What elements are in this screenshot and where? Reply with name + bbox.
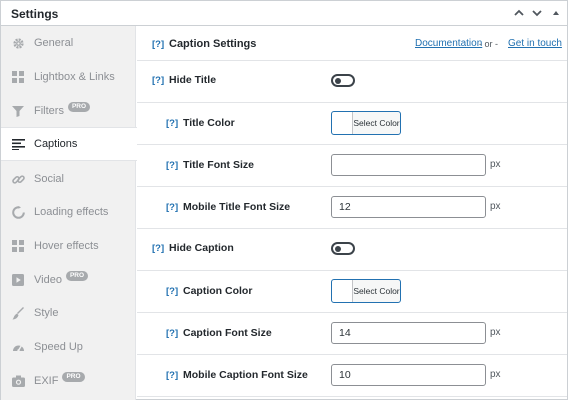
settings-content: [?] Caption Settings Documentation - or … [137,26,567,400]
sidebar-item-loading-effects[interactable]: Loading effects [1,195,136,229]
gear-icon [11,36,25,50]
hide-caption-label: Hide Caption [169,242,234,254]
video-icon [11,273,25,287]
sidebar-item-filters[interactable]: Filters PRO [1,94,136,128]
chevron-down-icon [532,10,542,17]
brush-icon [11,306,25,320]
toggle-knob [335,245,341,252]
sidebar-item-label: Loading effects [34,206,109,218]
toggle-knob [335,77,341,84]
px-unit-label: px [490,159,501,170]
help-link[interactable]: [?] [166,202,178,213]
or-separator: - or - [479,39,498,49]
content-header: [?] Caption Settings Documentation - or … [137,26,567,61]
title-color-picker-button[interactable]: Select Color [331,111,401,135]
caption-font-size-label: Caption Font Size [183,327,272,339]
sidebar-item-captions[interactable]: Captions [1,127,137,161]
sidebar-item-speed-up[interactable]: Speed Up [1,330,136,364]
funnel-icon [11,104,25,118]
grid-icon [11,70,25,84]
link-icon [11,172,25,186]
collapse-panel-button[interactable] [548,5,564,21]
help-link[interactable]: [?] [166,370,178,381]
help-link[interactable]: [?] [166,286,178,297]
move-up-button[interactable] [511,5,527,21]
sidebar-item-label: Style [34,307,59,319]
panel-header: Settings [1,1,567,26]
sidebar-item-exif[interactable]: EXIF PRO [1,364,136,398]
hide-caption-toggle[interactable] [331,242,355,255]
sidebar-item-general[interactable]: General [1,26,136,60]
triangle-up-icon [553,11,559,15]
camera-icon [11,374,25,388]
sidebar-item-label: Social [34,173,64,185]
help-link[interactable]: [?] [166,160,178,171]
title-font-size-row: [?] Title Font Size px [137,145,567,187]
sidebar-item-label: Filters [34,105,64,117]
hide-title-row: [?] Hide Title [137,61,567,103]
caption-font-size-row: [?] Caption Font Size px [137,313,567,355]
sidebar-item-video[interactable]: Video PRO [1,263,136,297]
sidebar-item-label: Speed Up [34,341,83,353]
caption-color-label: Caption Color [183,285,253,297]
hide-title-toggle[interactable] [331,74,355,87]
documentation-link[interactable]: Documentation [415,38,482,49]
mobile-caption-font-size-row: [?] Mobile Caption Font Size px [137,355,567,397]
mobile-title-font-size-input[interactable] [331,196,486,218]
mobile-title-font-size-row: [?] Mobile Title Font Size px [137,187,567,229]
mobile-caption-font-size-label: Mobile Caption Font Size [183,369,308,381]
pro-badge: PRO [65,271,89,281]
pro-badge: PRO [62,372,85,382]
sidebar-item-label: Lightbox & Links [34,71,115,83]
grid-icon [11,239,25,253]
move-down-button[interactable] [529,5,545,21]
sidebar-item-label: General [34,37,74,49]
help-link[interactable]: [?] [166,118,178,129]
select-color-label: Select Color [353,118,400,128]
hide-caption-row: [?] Hide Caption [137,229,567,271]
help-link[interactable]: [?] [166,328,178,339]
speedometer-icon [11,340,25,354]
section-title: Caption Settings [169,38,257,50]
help-link[interactable]: [?] [152,39,164,50]
caption-color-picker-button[interactable]: Select Color [331,279,401,303]
settings-panel: Settings General Lightbox & Links Filter… [0,0,568,400]
pro-badge: PRO [67,102,91,112]
mobile-title-font-size-label: Mobile Title Font Size [183,201,291,213]
caption-color-row: [?] Caption Color Select Color [137,271,567,313]
sidebar-item-social[interactable]: Social [1,162,136,196]
title-font-size-label: Title Font Size [183,159,254,171]
help-link[interactable]: [?] [152,75,164,86]
captions-icon [11,137,25,151]
mobile-caption-font-size-input[interactable] [331,364,486,386]
loading-icon [11,205,25,219]
sidebar-item-label: Video [34,274,62,286]
sidebar-item-label: Captions [34,138,78,150]
title-color-label: Title Color [183,117,235,129]
sidebar-item-hover-effects[interactable]: Hover effects [1,229,136,263]
color-swatch [332,280,353,302]
help-link[interactable]: [?] [152,243,164,254]
sidebar-item-label: EXIF [34,375,59,387]
sidebar-item-lightbox-links[interactable]: Lightbox & Links [1,60,136,94]
hide-title-label: Hide Title [169,74,217,86]
px-unit-label: px [490,369,501,380]
select-color-label: Select Color [353,286,400,296]
px-unit-label: px [490,201,501,212]
get-in-touch-link[interactable]: Get in touch [508,38,562,49]
chevron-up-icon [514,9,524,16]
sidebar-item-style[interactable]: Style [1,296,136,330]
color-swatch [332,112,353,134]
title-font-size-input[interactable] [331,154,486,176]
title-color-row: [?] Title Color Select Color [137,103,567,145]
panel-title: Settings [11,7,59,21]
px-unit-label: px [490,327,501,338]
settings-sidebar: General Lightbox & Links Filters PRO Cap… [1,26,137,400]
caption-font-size-input[interactable] [331,322,486,344]
sidebar-item-label: Hover effects [34,240,99,252]
